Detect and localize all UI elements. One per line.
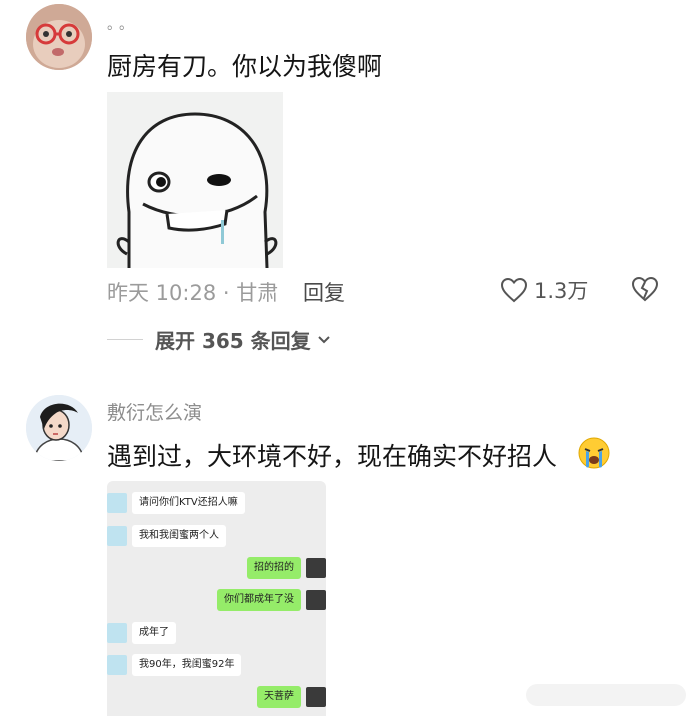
reply-button[interactable]: 回复 [303,277,345,307]
watermark [526,684,686,706]
comment-meta: 昨天 10:28 · 甘肃 [107,281,279,305]
comment-username[interactable]: 。。 [107,14,138,34]
comment-text: 遇到过，大环境不好，现在确实不好招人 [107,442,558,471]
like-count: 1.3万 [534,279,589,303]
expand-replies[interactable]: 展开 365 条回复 [107,325,331,354]
chat-avatar [306,558,326,578]
comment-text: 厨房有刀。你以为我傻啊 [107,52,383,81]
chat-message: 天菩萨 [257,685,326,709]
chat-bubble: 天菩萨 [257,686,301,708]
chat-bubble: 你们都成年了没 [217,589,301,611]
avatar[interactable] [26,4,92,70]
chat-bubble: 成年了 [132,622,176,644]
chat-message: 你们都成年了没 [217,588,326,612]
expand-replies-label: 展开 365 条回复 [155,329,311,353]
chat-avatar [306,590,326,610]
sticker-image[interactable] [107,92,283,268]
chat-bubble: 我90年，我闺蜜92年 [132,654,242,676]
dislike-button[interactable] [630,275,660,307]
chat-message: 请问你们KTV还招人嘛 [107,491,245,515]
chat-bubble: 招的招的 [247,557,301,579]
chat-bubble: 我和我闺蜜两个人 [132,525,226,547]
crying-emoji-icon [577,436,611,470]
heart-icon [500,277,528,303]
avatar[interactable] [26,395,92,461]
comment-username[interactable]: 敷衍怎么演 [107,398,202,425]
chat-message: 我90年，我闺蜜92年 [107,653,242,677]
chat-avatar [107,526,127,546]
chat-avatar [107,493,127,513]
like-button[interactable]: 1.3万 [500,275,588,305]
chat-message: 招的招的 [247,556,326,580]
chevron-down-icon [317,335,330,343]
chat-bubble: 请问你们KTV还招人嘛 [132,492,245,514]
chat-screenshot[interactable]: 请问你们KTV还招人嘛 我和我闺蜜两个人 招的招的 你们都成年了没 成年了 我9… [107,481,326,716]
chat-avatar [107,623,127,643]
chat-avatar [306,687,326,707]
broken-heart-icon [631,276,659,302]
divider [107,339,143,340]
chat-message: 我和我闺蜜两个人 [107,524,226,548]
chat-avatar [107,655,127,675]
chat-message: 成年了 [107,621,176,645]
